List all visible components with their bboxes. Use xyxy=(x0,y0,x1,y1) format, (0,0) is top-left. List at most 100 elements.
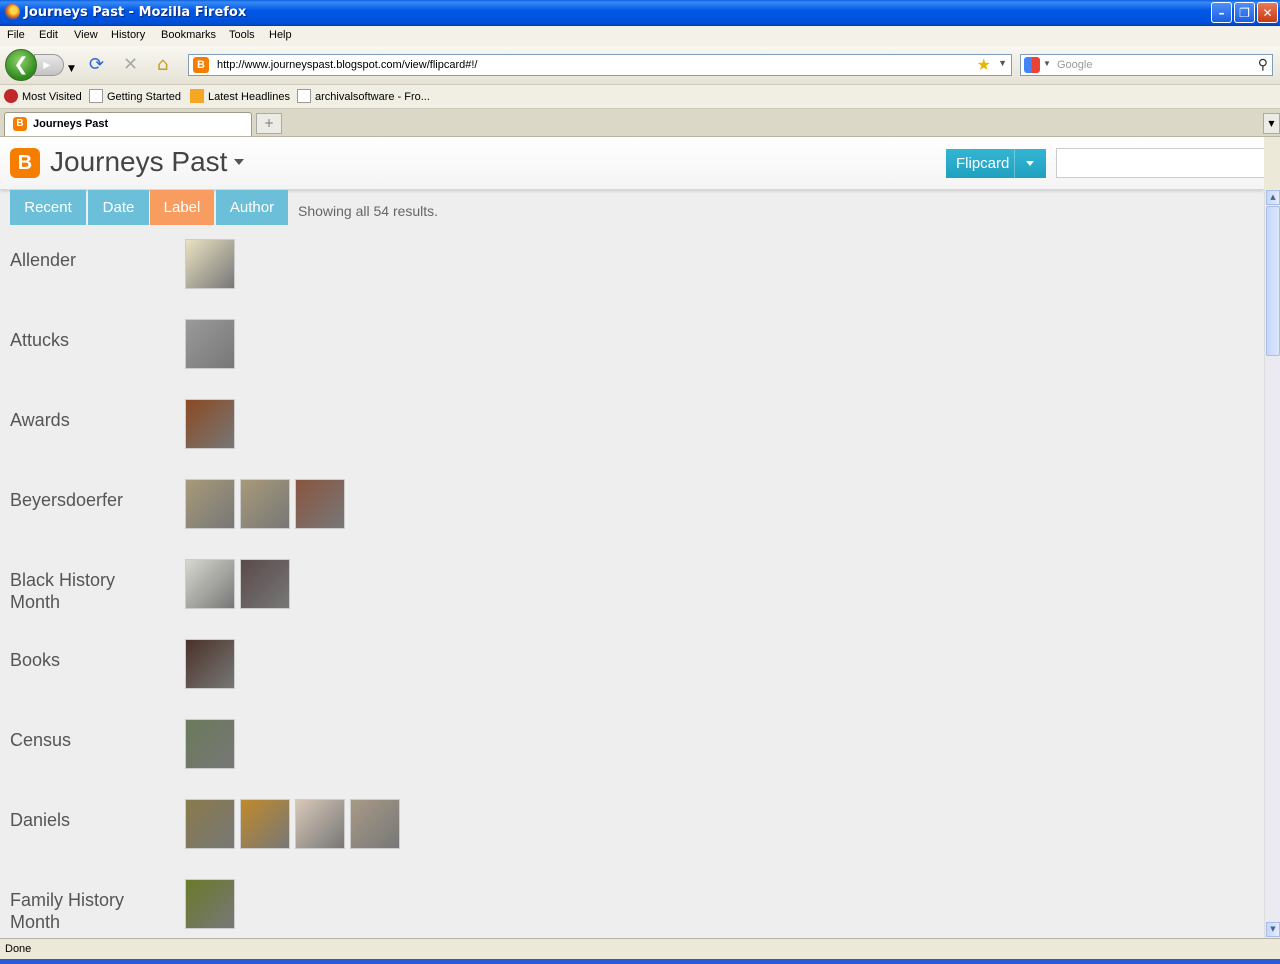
bookmark-label: Latest Headlines xyxy=(208,91,290,103)
address-url: http://www.journeyspast.blogspot.com/vie… xyxy=(217,59,478,71)
post-thumbnail[interactable] xyxy=(295,799,345,849)
bookmark-getting-started[interactable]: Getting Started xyxy=(89,89,181,103)
post-thumbnail[interactable] xyxy=(185,799,235,849)
scrollbar-thumb[interactable] xyxy=(1266,206,1280,356)
menu-bar: File Edit View History Bookmarks Tools H… xyxy=(0,26,1280,46)
new-tab-button[interactable]: + xyxy=(256,113,282,134)
menu-bookmarks[interactable]: Bookmarks xyxy=(161,29,216,41)
search-placeholder: Google xyxy=(1057,59,1093,71)
label-name[interactable]: Books xyxy=(10,649,170,671)
tab-strip: B Journeys Past + ▼ xyxy=(0,109,1280,137)
page-icon xyxy=(89,89,103,103)
bookmark-star-icon[interactable]: ★ xyxy=(977,55,991,75)
menu-history[interactable]: History xyxy=(111,29,145,41)
post-thumbnail[interactable] xyxy=(185,559,235,609)
post-thumbnail[interactable] xyxy=(350,799,400,849)
navigation-toolbar: ▸ ❮ ▼ ⟳ ✕ ⌂ B http://www.journeyspast.bl… xyxy=(0,46,1280,85)
label-row: Awards xyxy=(0,399,1264,489)
filter-tab-recent[interactable]: Recent xyxy=(10,190,86,225)
bookmark-latest-headlines[interactable]: Latest Headlines xyxy=(190,89,290,103)
vertical-scrollbar[interactable]: ▲ ▼ xyxy=(1264,189,1280,938)
back-button[interactable]: ❮ xyxy=(5,49,37,81)
rss-feed-icon xyxy=(190,89,204,103)
label-row: Allender xyxy=(0,239,1264,329)
label-name[interactable]: Attucks xyxy=(10,329,170,351)
address-bar[interactable]: B http://www.journeyspast.blogspot.com/v… xyxy=(188,54,1012,76)
label-row: Census xyxy=(0,719,1264,809)
filter-tab-date[interactable]: Date xyxy=(88,190,149,225)
window-title: Journeys Past - Mozilla Firefox xyxy=(24,5,247,20)
label-row: Attucks xyxy=(0,319,1264,409)
taskbar-edge xyxy=(0,959,1280,964)
blogger-favicon-icon: B xyxy=(193,57,209,73)
scroll-up-icon[interactable]: ▲ xyxy=(1266,190,1280,205)
post-thumbnail[interactable] xyxy=(185,879,235,929)
post-thumbnail[interactable] xyxy=(240,479,290,529)
home-icon[interactable]: ⌂ xyxy=(157,55,168,75)
search-engine-dropdown-icon[interactable]: ▼ xyxy=(1043,59,1051,68)
blogger-logo-icon[interactable]: B xyxy=(10,148,40,178)
maximize-button[interactable]: ❐ xyxy=(1234,2,1255,23)
label-name[interactable]: Allender xyxy=(10,249,170,271)
label-name[interactable]: Awards xyxy=(10,409,170,431)
stop-icon[interactable]: ✕ xyxy=(123,55,138,75)
blog-title[interactable]: Journeys Past xyxy=(50,146,227,178)
view-selector-divider xyxy=(1014,149,1015,178)
blogger-favicon-icon: B xyxy=(13,117,27,131)
post-thumbnail[interactable] xyxy=(185,399,235,449)
reload-icon[interactable]: ⟳ xyxy=(89,55,104,75)
menu-file[interactable]: File xyxy=(7,29,25,41)
label-name[interactable]: Beyersdoerfer xyxy=(10,489,170,511)
chevron-down-icon xyxy=(1026,161,1034,166)
post-thumbnail[interactable] xyxy=(295,479,345,529)
label-row: Books xyxy=(0,639,1264,729)
history-dropdown-icon[interactable]: ▼ xyxy=(68,59,75,79)
filter-tab-author[interactable]: Author xyxy=(216,190,288,225)
label-row: Family History Month xyxy=(0,879,1264,938)
window-titlebar: Journeys Past - Mozilla Firefox – ❐ ✕ xyxy=(0,0,1280,26)
bookmark-label: archivalsoftware - Fro... xyxy=(315,91,430,103)
blog-search-input[interactable] xyxy=(1056,148,1264,178)
close-button[interactable]: ✕ xyxy=(1257,2,1278,23)
label-name[interactable]: Family History Month xyxy=(10,889,170,933)
scroll-down-icon[interactable]: ▼ xyxy=(1266,922,1280,937)
bookmark-most-visited[interactable]: Most Visited xyxy=(4,89,82,103)
forward-button[interactable]: ▸ xyxy=(34,54,64,76)
post-thumbnail[interactable] xyxy=(185,719,235,769)
firefox-icon xyxy=(4,4,20,20)
label-name[interactable]: Daniels xyxy=(10,809,170,831)
post-thumbnail[interactable] xyxy=(185,639,235,689)
bookmark-label: Most Visited xyxy=(22,91,82,103)
tab-list-dropdown-icon[interactable]: ▼ xyxy=(1263,113,1280,134)
label-row: Daniels xyxy=(0,799,1264,889)
status-text: Done xyxy=(5,943,32,955)
tab-journeys-past[interactable]: B Journeys Past xyxy=(4,112,252,136)
url-dropdown-icon[interactable]: ▼ xyxy=(998,58,1007,68)
label-name[interactable]: Black History Month xyxy=(10,569,170,613)
view-selector-button[interactable]: Flipcard xyxy=(946,149,1046,178)
bookmark-archivalsoftware[interactable]: archivalsoftware - Fro... xyxy=(297,89,430,103)
search-engine-box[interactable]: ▼ Google ⚲ xyxy=(1020,54,1273,76)
post-thumbnail[interactable] xyxy=(185,479,235,529)
menu-help[interactable]: Help xyxy=(269,29,292,41)
most-visited-icon xyxy=(4,89,18,103)
post-thumbnail[interactable] xyxy=(185,239,235,289)
view-selector-label: Flipcard xyxy=(956,155,1010,172)
label-row: Black History Month xyxy=(0,559,1264,649)
post-thumbnail[interactable] xyxy=(240,559,290,609)
label-name[interactable]: Census xyxy=(10,729,170,751)
filter-tab-label[interactable]: Label xyxy=(150,190,214,225)
post-thumbnail[interactable] xyxy=(240,799,290,849)
minimize-button[interactable]: – xyxy=(1211,2,1232,23)
menu-view[interactable]: View xyxy=(74,29,98,41)
bookmark-label: Getting Started xyxy=(107,91,181,103)
page-icon xyxy=(297,89,311,103)
blog-title-dropdown-icon[interactable] xyxy=(234,159,244,165)
bookmarks-toolbar: Most Visited Getting Started Latest Head… xyxy=(0,85,1280,109)
post-thumbnail[interactable] xyxy=(185,319,235,369)
search-icon[interactable]: ⚲ xyxy=(1258,56,1268,73)
menu-edit[interactable]: Edit xyxy=(39,29,58,41)
status-bar: Done xyxy=(0,938,1280,960)
menu-tools[interactable]: Tools xyxy=(229,29,255,41)
google-icon[interactable] xyxy=(1024,57,1040,73)
